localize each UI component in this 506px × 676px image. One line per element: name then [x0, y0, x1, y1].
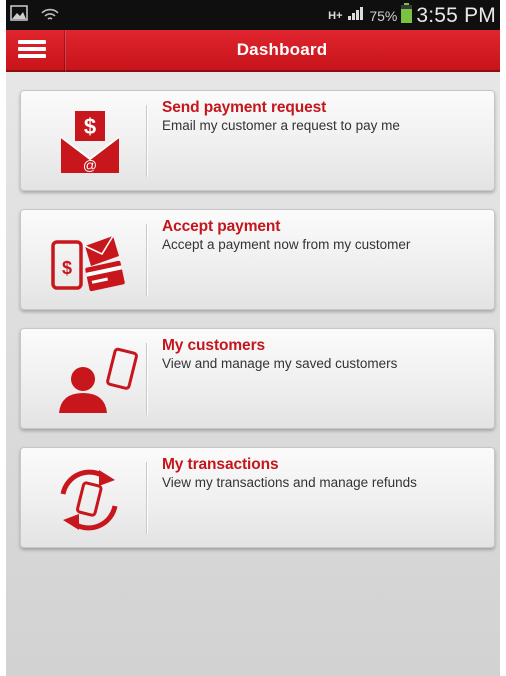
card-description: View and manage my saved customers: [162, 356, 398, 371]
card-separator: [146, 105, 147, 177]
clock: 3:55 PM: [416, 3, 496, 27]
battery-percent: 75%: [369, 7, 398, 24]
card-title: My transactions: [162, 456, 279, 473]
phone-screen: H+ 75% 3:55 PM Dashboard $ @ Send paymen…: [6, 0, 500, 676]
svg-text:@: @: [83, 157, 97, 173]
wifi-icon: [40, 5, 60, 26]
phone-card-icon: $: [39, 224, 139, 296]
svg-text:$: $: [84, 114, 96, 139]
card-separator: [146, 343, 147, 415]
card-separator: [146, 462, 147, 534]
person-phone-icon: [39, 343, 139, 415]
network-type: H+: [328, 9, 343, 22]
battery-icon: [401, 3, 413, 28]
refresh-phone-icon: [39, 462, 139, 534]
image-notification-icon: [10, 5, 28, 26]
card-description: Email my customer a request to pay me: [162, 118, 400, 133]
card-title: Accept payment: [162, 218, 281, 235]
card-separator: [146, 224, 147, 296]
signal-icon: [347, 5, 365, 26]
status-right: H+ 75% 3:55 PM: [327, 3, 496, 28]
app-header: Dashboard: [6, 30, 500, 72]
menu-icon[interactable]: [18, 38, 52, 64]
page-title: Dashboard: [236, 40, 328, 59]
send-payment-request-card[interactable]: $ @ Send payment request Email my custom…: [20, 90, 495, 191]
status-left-icons: [10, 5, 60, 26]
svg-text:$: $: [62, 258, 72, 278]
envelope-dollar-icon: $ @: [39, 105, 139, 177]
accept-payment-card[interactable]: $ Accept payment Accept a payment now fr…: [20, 209, 495, 310]
status-bar: H+ 75% 3:55 PM: [6, 0, 500, 30]
card-description: View my transactions and manage refunds: [162, 475, 417, 490]
my-customers-card[interactable]: My customers View and manage my saved cu…: [20, 328, 495, 429]
card-title: Send payment request: [162, 99, 327, 116]
my-transactions-card[interactable]: My transactions View my transactions and…: [20, 447, 495, 548]
card-description: Accept a payment now from my customer: [162, 237, 411, 252]
card-title: My customers: [162, 337, 266, 354]
